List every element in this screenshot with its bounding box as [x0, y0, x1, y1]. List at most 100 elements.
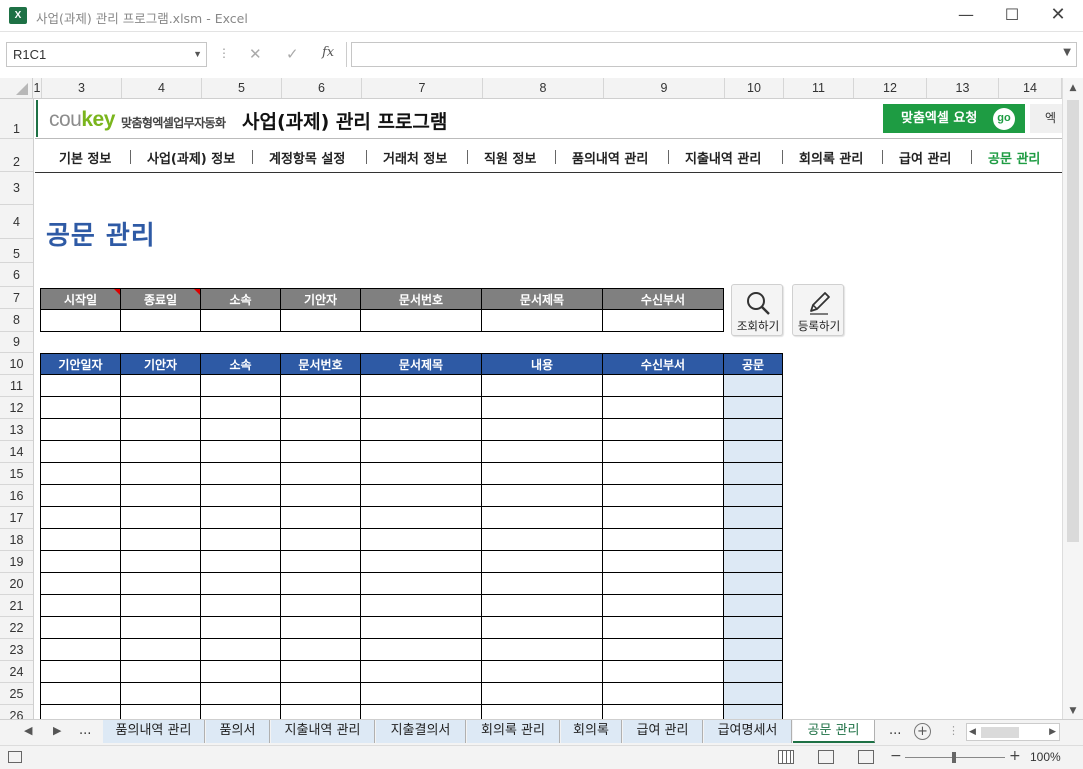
- cell-drafter[interactable]: [120, 682, 201, 705]
- column-header[interactable]: 12: [854, 78, 927, 98]
- cell-doc-number[interactable]: [280, 484, 361, 507]
- cell-department[interactable]: [200, 506, 281, 529]
- cell-department[interactable]: [200, 660, 281, 683]
- cell-draft-date[interactable]: [40, 440, 121, 463]
- cell-doc-title[interactable]: [360, 660, 482, 683]
- cell-content[interactable]: [481, 374, 603, 397]
- nav-item-account-settings[interactable]: 계정항목 설정: [269, 148, 345, 167]
- cell-drafter[interactable]: [120, 594, 201, 617]
- cell-recipient[interactable]: [602, 638, 724, 661]
- cell-doc-number[interactable]: [280, 572, 361, 595]
- close-icon[interactable]: ✕: [1035, 0, 1081, 32]
- cell-drafter[interactable]: [120, 704, 201, 719]
- cell-document[interactable]: [723, 484, 783, 507]
- scroll-left-icon[interactable]: ◀: [969, 724, 976, 741]
- cell-content[interactable]: [481, 616, 603, 639]
- nav-item-payroll[interactable]: 급여 관리: [899, 148, 951, 167]
- row-header[interactable]: 10: [0, 353, 33, 375]
- vertical-scroll-thumb[interactable]: [1067, 100, 1079, 542]
- cell-recipient[interactable]: [602, 682, 724, 705]
- column-header[interactable]: 5: [202, 78, 282, 98]
- search-doc-title-input[interactable]: [481, 309, 603, 332]
- nav-item-staff-info[interactable]: 직원 정보: [484, 148, 536, 167]
- cell-doc-title[interactable]: [360, 506, 482, 529]
- cell-doc-title[interactable]: [360, 550, 482, 573]
- cell-draft-date[interactable]: [40, 550, 121, 573]
- cell-content[interactable]: [481, 440, 603, 463]
- row-header[interactable]: 24: [0, 661, 33, 683]
- cell-recipient[interactable]: [602, 484, 724, 507]
- row-header[interactable]: 14: [0, 441, 33, 463]
- cell-content[interactable]: [481, 528, 603, 551]
- cell-document[interactable]: [723, 440, 783, 463]
- insert-function-icon[interactable]: fx: [322, 45, 334, 60]
- cell-doc-number[interactable]: [280, 440, 361, 463]
- column-header[interactable]: 7: [362, 78, 483, 98]
- add-sheet-icon[interactable]: +: [914, 723, 931, 740]
- cell-draft-date[interactable]: [40, 396, 121, 419]
- expand-formula-icon[interactable]: ▼: [1063, 47, 1071, 58]
- search-button[interactable]: 조회하기: [731, 284, 783, 336]
- cell-recipient[interactable]: [602, 374, 724, 397]
- cell-doc-number[interactable]: [280, 550, 361, 573]
- cell-draft-date[interactable]: [40, 594, 121, 617]
- zoom-in-icon[interactable]: +: [1009, 748, 1021, 764]
- cell-recipient[interactable]: [602, 462, 724, 485]
- cell-content[interactable]: [481, 484, 603, 507]
- cell-document[interactable]: [723, 528, 783, 551]
- cell-department[interactable]: [200, 418, 281, 441]
- search-start-date-input[interactable]: [40, 309, 121, 332]
- cell-department[interactable]: [200, 704, 281, 719]
- row-header[interactable]: 1: [0, 99, 33, 139]
- macro-record-icon[interactable]: [8, 751, 22, 763]
- cell-draft-date[interactable]: [40, 462, 121, 485]
- cell-draft-date[interactable]: [40, 374, 121, 397]
- vertical-scrollbar[interactable]: ▲ ▼: [1062, 78, 1083, 719]
- cell-document[interactable]: [723, 550, 783, 573]
- sheet-tab-payslip[interactable]: 급여명세서: [704, 720, 792, 743]
- cell-department[interactable]: [200, 440, 281, 463]
- cell-draft-date[interactable]: [40, 660, 121, 683]
- cell-recipient[interactable]: [602, 594, 724, 617]
- sheet-tab-expense-form[interactable]: 지출결의서: [376, 720, 466, 743]
- cell-doc-number[interactable]: [280, 660, 361, 683]
- cell-document[interactable]: [723, 396, 783, 419]
- cell-doc-title[interactable]: [360, 440, 482, 463]
- cell-doc-title[interactable]: [360, 594, 482, 617]
- nav-item-official-docs[interactable]: 공문 관리: [988, 148, 1040, 167]
- cell-drafter[interactable]: [120, 484, 201, 507]
- tab-ellipsis-left[interactable]: ...: [79, 723, 91, 738]
- cell-draft-date[interactable]: [40, 484, 121, 507]
- row-header[interactable]: 12: [0, 397, 33, 419]
- cell-drafter[interactable]: [120, 440, 201, 463]
- cell-content[interactable]: [481, 704, 603, 719]
- cell-content[interactable]: [481, 638, 603, 661]
- column-header[interactable]: 8: [483, 78, 604, 98]
- row-header[interactable]: 26: [0, 705, 33, 719]
- cell-doc-title[interactable]: [360, 528, 482, 551]
- cell-doc-number[interactable]: [280, 506, 361, 529]
- tab-scroll-right-icon[interactable]: ▶: [53, 724, 61, 737]
- sheet-tab-approval-records[interactable]: 품의내역 관리: [103, 720, 205, 743]
- sheet-tab-official-docs[interactable]: 공문 관리: [793, 720, 875, 743]
- cell-content[interactable]: [481, 550, 603, 573]
- cell-drafter[interactable]: [120, 506, 201, 529]
- cell-draft-date[interactable]: [40, 418, 121, 441]
- scroll-right-icon[interactable]: ▶: [1049, 724, 1056, 741]
- cell-content[interactable]: [481, 396, 603, 419]
- cell-content[interactable]: [481, 572, 603, 595]
- zoom-level[interactable]: 100%: [1030, 750, 1061, 764]
- cell-doc-title[interactable]: [360, 572, 482, 595]
- row-header[interactable]: 18: [0, 529, 33, 551]
- column-header[interactable]: 4: [122, 78, 202, 98]
- cell-content[interactable]: [481, 594, 603, 617]
- cell-content[interactable]: [481, 660, 603, 683]
- cell-drafter[interactable]: [120, 418, 201, 441]
- cell-doc-title[interactable]: [360, 396, 482, 419]
- cell-doc-number[interactable]: [280, 462, 361, 485]
- cell-department[interactable]: [200, 616, 281, 639]
- cell-recipient[interactable]: [602, 550, 724, 573]
- enter-icon[interactable]: ✓: [286, 45, 299, 63]
- sheet-tab-payroll[interactable]: 급여 관리: [623, 720, 703, 743]
- cancel-icon[interactable]: ✕: [249, 45, 262, 63]
